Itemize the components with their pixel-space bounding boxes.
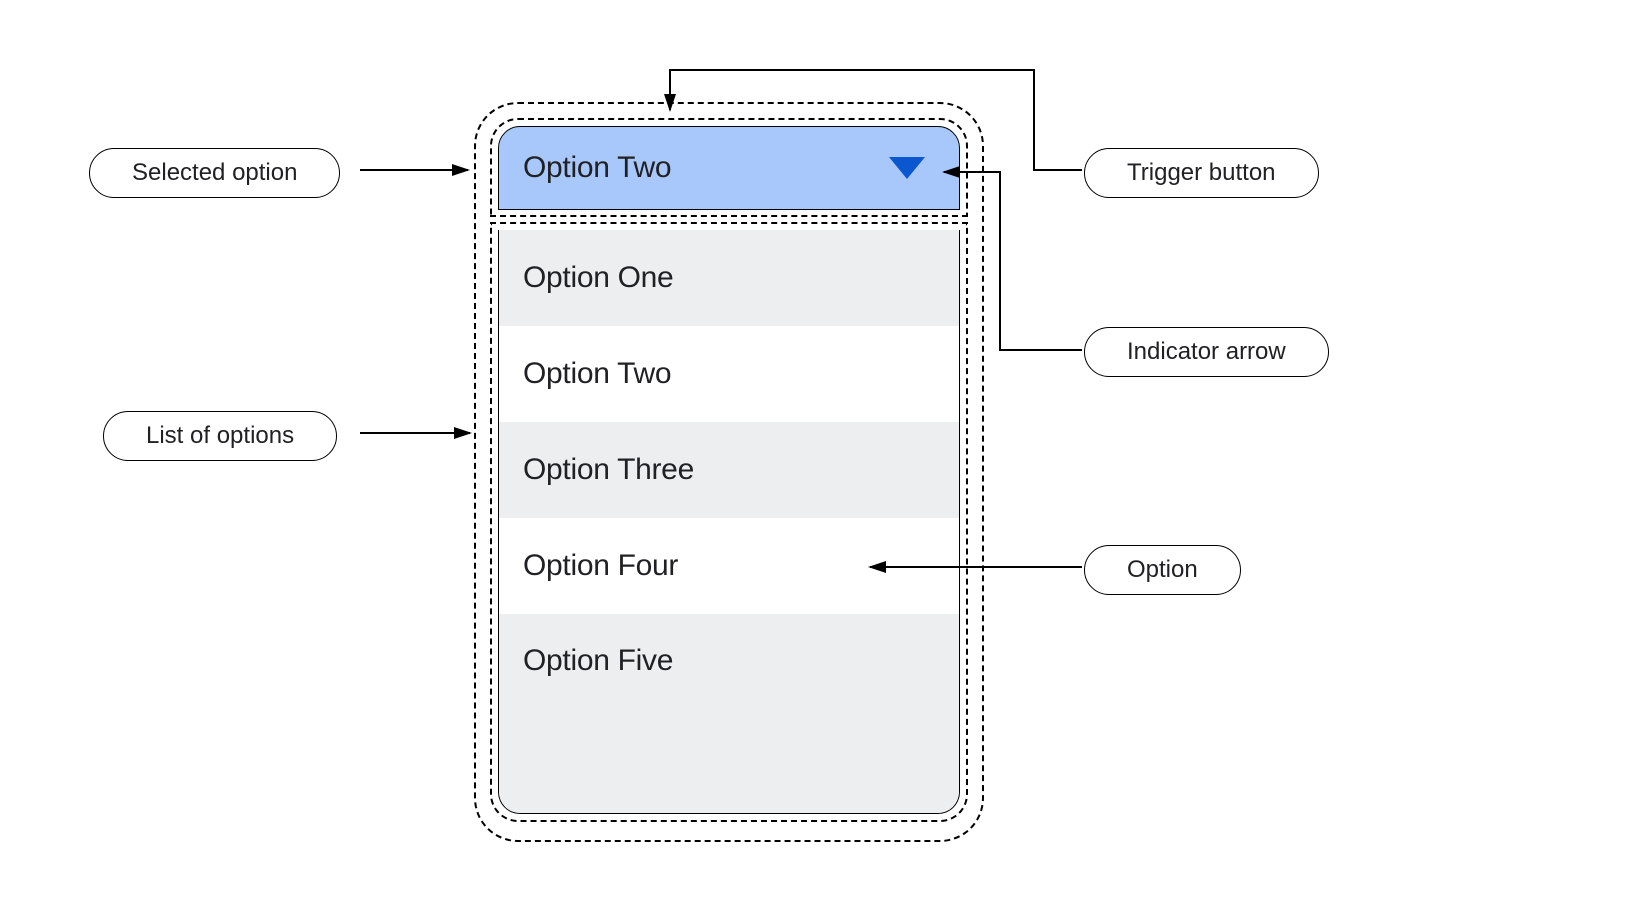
connectors xyxy=(0,0,1650,924)
